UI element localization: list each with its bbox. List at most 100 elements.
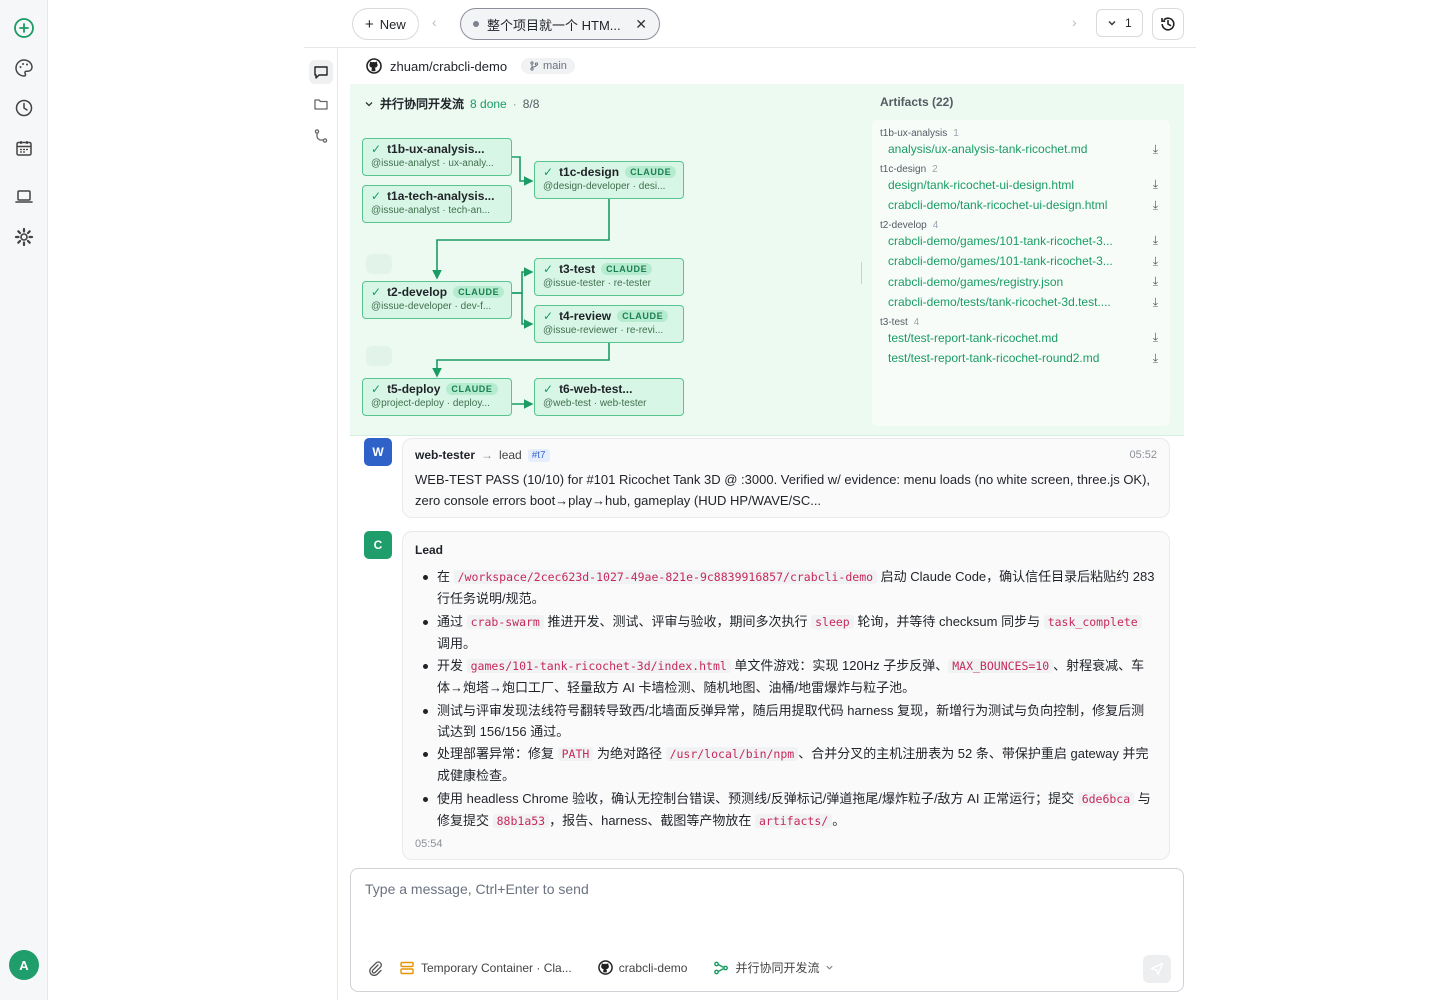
close-icon[interactable]: ✕ bbox=[635, 16, 647, 33]
node-name: t2-develop bbox=[387, 285, 448, 299]
container-selector[interactable]: Temporary Container · Cla... bbox=[399, 960, 572, 976]
repo-label: crabcli-demo bbox=[618, 960, 688, 975]
message-composer[interactable]: Type a message, Ctrl+Enter to send Tempo… bbox=[350, 868, 1184, 992]
artifact-link[interactable]: analysis/ux-analysis-tank-ricochet.md bbox=[888, 142, 1087, 156]
top-bar: + New ‹ 整个项目就一个 HTM... ✕ › 1 bbox=[304, 0, 1196, 48]
message-time: 05:52 bbox=[1129, 449, 1157, 461]
summary-item: 使用 headless Chrome 验收，确认无控制台错误、预测线/反弹标记/… bbox=[415, 788, 1155, 832]
artifact-item[interactable]: test/test-report-tank-ricochet-round2.md… bbox=[880, 348, 1162, 369]
artifact-item[interactable]: test/test-report-tank-ricochet.md ⤓ bbox=[880, 328, 1162, 349]
download-icon[interactable]: ⤓ bbox=[1153, 198, 1158, 213]
claude-badge: CLAUDE bbox=[446, 383, 498, 395]
artifact-link[interactable]: test/test-report-tank-ricochet-round2.md bbox=[888, 351, 1099, 365]
chevron-left-icon[interactable]: ‹ bbox=[432, 14, 437, 30]
download-icon[interactable]: ⤓ bbox=[1153, 254, 1158, 269]
new-chat-icon[interactable] bbox=[12, 16, 36, 40]
workflow-node[interactable]: ✓ t3-test CLAUDE @issue-tester · re-tester bbox=[534, 258, 684, 296]
artifact-link[interactable]: crabcli-demo/tests/tank-ricochet-3d.test… bbox=[888, 295, 1111, 309]
git-branch-icon[interactable] bbox=[309, 124, 333, 148]
message-input[interactable]: Type a message, Ctrl+Enter to send bbox=[365, 881, 589, 897]
workflow-selector[interactable]: 并行协同开发流 bbox=[713, 959, 834, 976]
palette-icon[interactable] bbox=[12, 56, 36, 80]
artifact-item[interactable]: crabcli-demo/tests/tank-ricochet-3d.test… bbox=[880, 292, 1162, 313]
panel-resize-handle[interactable] bbox=[861, 262, 862, 284]
repo-name[interactable]: zhuam/crabcli-demo bbox=[390, 59, 507, 74]
summary-item: 开发 games/101-tank-ricochet-3d/index.html… bbox=[415, 655, 1155, 698]
branch-badge[interactable]: main bbox=[521, 58, 575, 74]
message-time: 05:54 bbox=[415, 838, 443, 850]
check-icon: ✓ bbox=[371, 189, 382, 203]
session-tab-title: 整个项目就一个 HTM... bbox=[487, 17, 621, 33]
download-icon[interactable]: ⤓ bbox=[1153, 330, 1158, 345]
branch-icon bbox=[530, 61, 539, 71]
settings-gear-icon[interactable] bbox=[12, 225, 36, 249]
artifact-item[interactable]: design/tank-ricochet-ui-design.html ⤓ bbox=[880, 175, 1162, 196]
session-count-dropdown[interactable]: 1 bbox=[1096, 9, 1143, 37]
download-icon[interactable]: ⤓ bbox=[1153, 274, 1158, 289]
session-count: 1 bbox=[1125, 16, 1132, 30]
group-count: 4 bbox=[932, 219, 939, 231]
artifact-item[interactable]: crabcli-demo/games/101-tank-ricochet-3..… bbox=[880, 251, 1162, 272]
sender-name: Lead bbox=[415, 543, 444, 557]
download-icon[interactable]: ⤓ bbox=[1153, 351, 1158, 366]
check-icon: ✓ bbox=[543, 309, 554, 323]
node-name: t6-web-test... bbox=[559, 382, 633, 396]
chat-view-icon[interactable] bbox=[309, 60, 333, 84]
inline-code: task_complete bbox=[1043, 614, 1142, 629]
history-icon[interactable] bbox=[12, 96, 36, 120]
container-icon bbox=[400, 961, 414, 974]
artifact-link[interactable]: test/test-report-tank-ricochet.md bbox=[888, 331, 1058, 345]
download-icon[interactable]: ⤓ bbox=[1153, 295, 1158, 310]
inline-code: crab-swarm bbox=[466, 614, 544, 629]
workflow-node[interactable]: ✓ t1a-tech-analysis... @issue-analyst · t… bbox=[362, 185, 512, 223]
download-icon[interactable]: ⤓ bbox=[1153, 177, 1158, 192]
history-button[interactable] bbox=[1152, 8, 1184, 40]
repo-selector[interactable]: crabcli-demo bbox=[597, 960, 688, 975]
artifact-item[interactable]: crabcli-demo/tank-ricochet-ui-design.htm… bbox=[880, 195, 1162, 216]
workflow-node[interactable]: ✓ t4-review CLAUDE @issue-reviewer · re-re… bbox=[534, 305, 684, 343]
workflow-node[interactable]: ✓ t1c-design CLAUDE @design-developer · de… bbox=[534, 161, 684, 199]
laptop-icon[interactable] bbox=[12, 185, 36, 209]
session-tab[interactable]: 整个项目就一个 HTM... ✕ bbox=[460, 8, 660, 40]
artifact-link[interactable]: crabcli-demo/tank-ricochet-ui-design.htm… bbox=[888, 198, 1107, 212]
message-card: web-tester → lead #t7 05:52 WEB-TEST PAS… bbox=[402, 438, 1170, 518]
artifact-item[interactable]: crabcli-demo/games/101-tank-ricochet-3..… bbox=[880, 231, 1162, 252]
check-icon: ✓ bbox=[543, 382, 554, 396]
workflow-node[interactable]: ✓ t1b-ux-analysis... @issue-analyst · ux-… bbox=[362, 138, 512, 176]
workflow-node[interactable]: ✓ t2-develop CLAUDE @issue-developer · dev… bbox=[362, 281, 512, 319]
download-icon[interactable]: ⤓ bbox=[1153, 233, 1158, 248]
group-name: t3-test bbox=[880, 316, 908, 328]
send-icon bbox=[1150, 962, 1164, 976]
node-name: t1b-ux-analysis... bbox=[387, 142, 485, 156]
folder-icon[interactable] bbox=[309, 92, 333, 116]
workflow-node[interactable]: ✓ t6-web-test... @web-test · web-tester bbox=[534, 378, 684, 416]
check-icon: ✓ bbox=[543, 165, 554, 179]
group-name: t1c-design bbox=[880, 163, 927, 175]
artifact-link[interactable]: design/tank-ricochet-ui-design.html bbox=[888, 178, 1074, 192]
artifact-group: t2-develop 4 bbox=[880, 220, 1162, 231]
new-button-label: New bbox=[379, 16, 406, 32]
task-tag[interactable]: #t7 bbox=[527, 448, 550, 462]
node-name: t1a-tech-analysis... bbox=[387, 189, 495, 203]
node-sub: @web-test · web-tester bbox=[543, 398, 647, 409]
view-switcher bbox=[304, 48, 338, 1000]
calendar-icon[interactable] bbox=[12, 136, 36, 160]
artifact-link[interactable]: crabcli-demo/games/101-tank-ricochet-3..… bbox=[888, 254, 1113, 268]
artifact-link[interactable]: crabcli-demo/games/registry.json bbox=[888, 275, 1063, 289]
download-icon[interactable]: ⤓ bbox=[1153, 142, 1158, 157]
artifacts-list: t1b-ux-analysis 1 analysis/ux-analysis-ta… bbox=[872, 120, 1170, 426]
attach-button[interactable] bbox=[367, 960, 383, 976]
user-avatar[interactable]: A bbox=[9, 950, 39, 980]
send-button[interactable] bbox=[1143, 955, 1171, 983]
artifact-link[interactable]: crabcli-demo/games/101-tank-ricochet-3..… bbox=[888, 234, 1113, 248]
artifact-item[interactable]: crabcli-demo/games/registry.json ⤓ bbox=[880, 272, 1162, 293]
chevron-right-icon[interactable]: › bbox=[1072, 14, 1077, 30]
left-rail: A bbox=[0, 0, 48, 1000]
artifact-item[interactable]: analysis/ux-analysis-tank-ricochet.md ⤓ bbox=[880, 139, 1162, 160]
workflow-node[interactable]: ✓ t5-deploy CLAUDE @project-deploy · deplo… bbox=[362, 378, 512, 416]
group-count: 4 bbox=[913, 316, 920, 328]
sender-avatar: W bbox=[364, 438, 392, 466]
inline-code: /usr/local/bin/npm bbox=[665, 747, 799, 761]
new-button[interactable]: + New bbox=[352, 8, 419, 40]
workflow-panel: 并行协同开发流 8 done · 8/8 ✓ t1b-ux-analysis...… bbox=[350, 84, 1184, 436]
